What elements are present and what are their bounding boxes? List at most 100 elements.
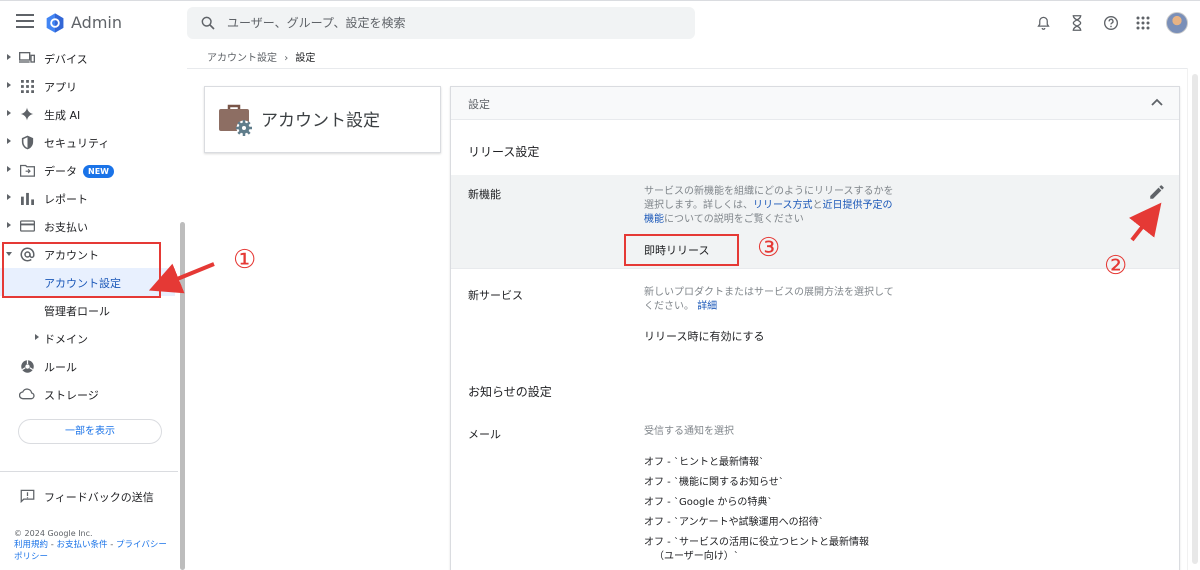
new-features-description: サービスの新機能を組織にどのようにリリースするかを選択します。詳しくは、リリース…: [644, 186, 894, 225]
account-settings-card: アカウント設定: [204, 86, 441, 153]
shield-icon: [19, 134, 35, 150]
sidebar-item-label: データ NEW: [44, 163, 114, 179]
sidebar-item-data[interactable]: データ NEW: [0, 156, 175, 184]
breadcrumb-parent[interactable]: アカウント設定: [207, 53, 277, 64]
annotation-box-release-value: [624, 234, 739, 266]
search-input[interactable]: [227, 7, 677, 39]
sidebar-item-reports[interactable]: レポート: [0, 184, 175, 212]
caret-right-icon: [35, 334, 39, 340]
feedback-icon: [19, 488, 35, 504]
mail-notification-item[interactable]: オフ - `ヒントと最新情報`: [644, 453, 764, 468]
caret-right-icon: [7, 82, 11, 88]
menu-icon[interactable]: [16, 14, 34, 28]
send-feedback-link[interactable]: フィードバックの送信: [0, 485, 175, 507]
mail-notification-item[interactable]: オフ - `サービスの活用に役立つヒントと最新情報: [644, 533, 869, 548]
bar-chart-icon: [19, 190, 35, 206]
row-divider: [451, 268, 1179, 269]
caret-right-icon: [7, 194, 11, 200]
search-icon: [201, 16, 215, 30]
top-bar: Admin: [0, 0, 1200, 44]
caret-right-icon: [7, 54, 11, 60]
sidebar-item-apps[interactable]: アプリ: [0, 72, 175, 100]
mail-notification-item[interactable]: オフ - `Google からの特典`: [644, 493, 772, 508]
caret-right-icon: [7, 138, 11, 144]
sidebar-item-rules[interactable]: ルール: [0, 352, 175, 380]
sidebar-item-label: ストレージ: [44, 389, 99, 402]
notification-settings-title: お知らせの設定: [468, 385, 552, 399]
annotation-marker-3: ③: [757, 233, 781, 263]
hourglass-icon[interactable]: [1067, 13, 1087, 33]
cloud-icon: [19, 386, 35, 402]
folder-icon: [19, 162, 35, 178]
sidebar-item-security[interactable]: セキュリティ: [0, 128, 175, 156]
annotation-box-sidebar: [2, 242, 161, 298]
new-features-label: 新機能: [468, 188, 501, 201]
devices-icon: [19, 50, 35, 66]
caret-right-icon: [7, 110, 11, 116]
new-badge: NEW: [83, 165, 114, 178]
app-title[interactable]: Admin: [71, 13, 122, 32]
new-services-value[interactable]: リリース時に有効にする: [644, 328, 765, 344]
sidebar-scrollbar[interactable]: [180, 222, 185, 570]
feedback-label: フィードバックの送信: [44, 491, 154, 504]
credit-card-icon: [19, 218, 35, 234]
sidebar-item-devices[interactable]: デバイス: [0, 44, 175, 72]
footer-links: 利用規約 - お支払い条件 - プライバシー ポリシー: [14, 540, 167, 562]
terms-link[interactable]: 利用規約: [14, 540, 48, 550]
sidebar-item-label: デバイス: [44, 53, 88, 66]
copyright-text: © 2024 Google Inc.: [14, 529, 93, 538]
sidebar-item-storage[interactable]: ストレージ: [0, 380, 175, 408]
briefcase-gear-icon: [219, 104, 252, 136]
main-scrollbar[interactable]: [1187, 68, 1200, 570]
annotation-marker-1: ①: [233, 245, 257, 275]
apps-grid-icon: [19, 78, 35, 94]
search-bar[interactable]: [187, 7, 695, 39]
settings-panel-header[interactable]: 設定: [451, 87, 1179, 120]
caret-right-icon: [7, 166, 11, 172]
account-card-title: アカウント設定: [261, 111, 380, 131]
sidebar-item-label: アプリ: [44, 81, 77, 94]
sidebar-item-billing[interactable]: お支払い: [0, 212, 175, 240]
sidebar-item-generative-ai[interactable]: 生成 AI: [0, 100, 175, 128]
sparkle-icon: [19, 106, 35, 122]
sidebar-item-label: お支払い: [44, 221, 88, 234]
mail-notification-item-continued: （ユーザー向け）`: [654, 551, 739, 562]
notifications-icon[interactable]: [1033, 13, 1053, 33]
breadcrumb-separator: ›: [284, 53, 289, 64]
sidebar-item-label: ルール: [44, 361, 77, 374]
mail-label: メール: [468, 428, 501, 441]
sidebar-item-label: セキュリティ: [44, 137, 110, 150]
sidebar-item-label: 管理者ロール: [44, 305, 110, 318]
settings-panel-title: 設定: [468, 98, 490, 111]
details-link[interactable]: 詳細: [697, 301, 717, 312]
help-icon[interactable]: [1101, 13, 1121, 33]
sidebar-item-admin-roles[interactable]: 管理者ロール: [0, 296, 175, 324]
sidebar-item-label: ドメイン: [44, 333, 88, 346]
avatar[interactable]: [1166, 12, 1188, 34]
google-admin-logo: [46, 13, 64, 33]
rules-icon: [19, 358, 35, 374]
chevron-up-icon[interactable]: [1151, 98, 1163, 106]
show-less-button[interactable]: 一部を表示: [18, 419, 162, 444]
release-method-link[interactable]: リリース方式: [753, 200, 813, 211]
breadcrumb: アカウント設定 › 設定: [207, 49, 315, 64]
mail-description: 受信する通知を選択: [644, 426, 734, 437]
sidebar-divider: [0, 471, 178, 472]
mail-notification-item[interactable]: オフ - `機能に関するお知らせ`: [644, 473, 784, 488]
breadcrumb-current: 設定: [295, 53, 316, 64]
release-settings-title: リリース設定: [468, 145, 540, 159]
sidebar-item-domains[interactable]: ドメイン: [0, 324, 175, 352]
billing-terms-link[interactable]: お支払い条件: [57, 540, 108, 550]
annotation-marker-2: ②: [1104, 251, 1128, 281]
sidebar-item-label: レポート: [44, 193, 88, 206]
new-services-description: 新しいプロダクトまたはサービスの展開方法を選択してください。 詳細: [644, 287, 894, 312]
sidebar: デバイス アプリ 生成 AI セキュリティ データ NEW レポート お支払い ア…: [0, 44, 185, 570]
breadcrumb-divider: [187, 68, 1187, 69]
new-services-label: 新サービス: [468, 289, 523, 302]
sidebar-item-label: 生成 AI: [44, 109, 81, 122]
settings-panel: 設定 リリース設定 新機能 サービスの新機能を組織にどのようにリリースするかを選…: [450, 86, 1180, 570]
caret-right-icon: [7, 222, 11, 228]
edit-pencil-icon[interactable]: [1148, 183, 1166, 201]
apps-grid-icon[interactable]: [1133, 13, 1153, 33]
mail-notification-item[interactable]: オフ - `アンケートや試験運用への招待`: [644, 513, 824, 528]
